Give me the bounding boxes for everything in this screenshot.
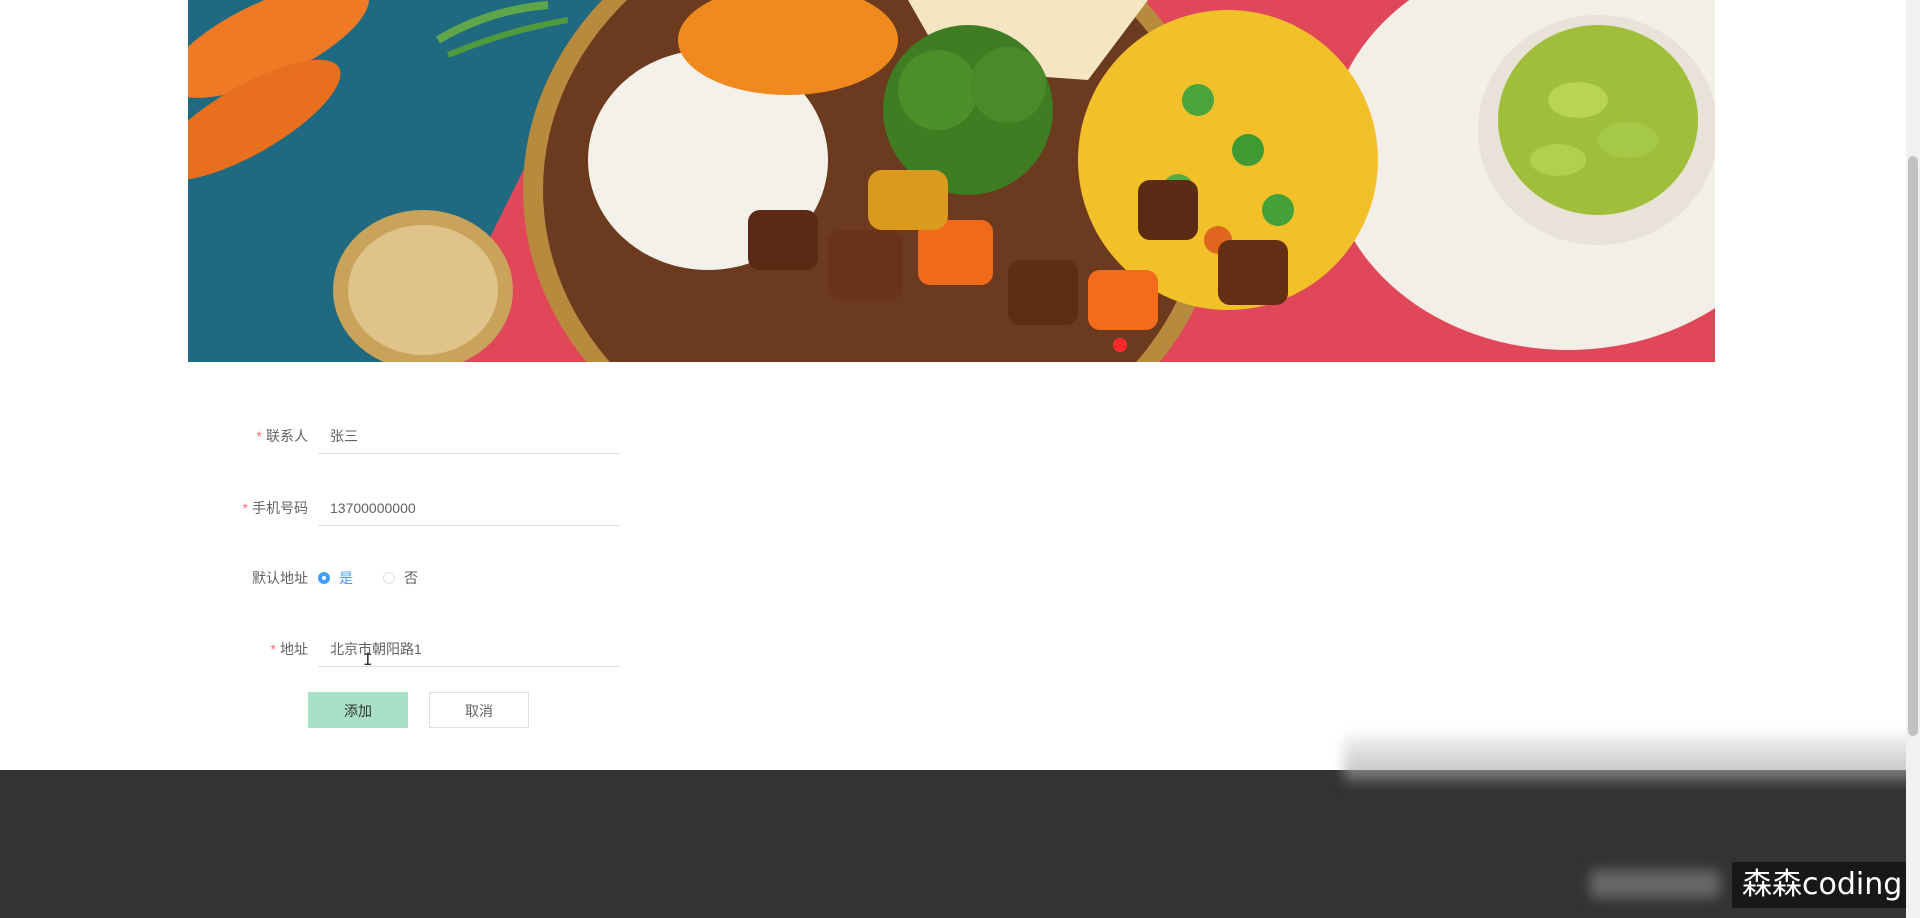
required-mark: *: [242, 500, 248, 516]
radio-yes-label: 是: [339, 570, 353, 586]
address-label: * 地址: [271, 631, 308, 667]
required-mark: *: [270, 641, 276, 657]
phone-row: * 手机号码: [188, 490, 648, 526]
banner-carousel[interactable]: [188, 0, 1715, 362]
contact-label: * 联系人: [257, 418, 308, 454]
radio-unchecked-icon: [383, 572, 395, 584]
carousel-indicator-dot[interactable]: [1113, 338, 1127, 352]
default-address-label: 默认地址: [252, 570, 308, 586]
text-cursor-icon: I: [363, 650, 373, 669]
add-button[interactable]: 添加: [308, 692, 408, 728]
cancel-button[interactable]: 取消: [429, 692, 529, 728]
required-mark: *: [256, 428, 262, 444]
contact-input[interactable]: [318, 418, 620, 454]
blurred-footer-text: [1590, 870, 1720, 898]
radio-checked-icon: [318, 572, 330, 584]
radio-yes[interactable]: 是: [318, 568, 353, 588]
page: *联系人 *手机号码 默认地址 是 否 *地址 I 添加 取消: [0, 0, 1920, 918]
blurred-overlay: [1344, 735, 1920, 783]
phone-label-text: 手机号码: [252, 500, 308, 516]
address-label-text: 地址: [280, 641, 308, 657]
radio-no-label: 否: [404, 570, 418, 586]
phone-input[interactable]: [318, 490, 620, 526]
banner-food-image: [188, 0, 1715, 362]
watermark: 森森coding: [1732, 862, 1913, 908]
phone-label: * 手机号码: [243, 490, 308, 526]
default-address-radio-group: 是 否: [318, 560, 448, 596]
contact-row: * 联系人: [188, 418, 648, 454]
scrollbar-track[interactable]: [1906, 0, 1920, 918]
default-address-row: 默认地址 是 否: [188, 560, 648, 596]
address-row: * 地址: [188, 631, 648, 667]
radio-no[interactable]: 否: [383, 568, 418, 588]
scrollbar-thumb[interactable]: [1908, 156, 1918, 736]
contact-label-text: 联系人: [266, 428, 308, 444]
